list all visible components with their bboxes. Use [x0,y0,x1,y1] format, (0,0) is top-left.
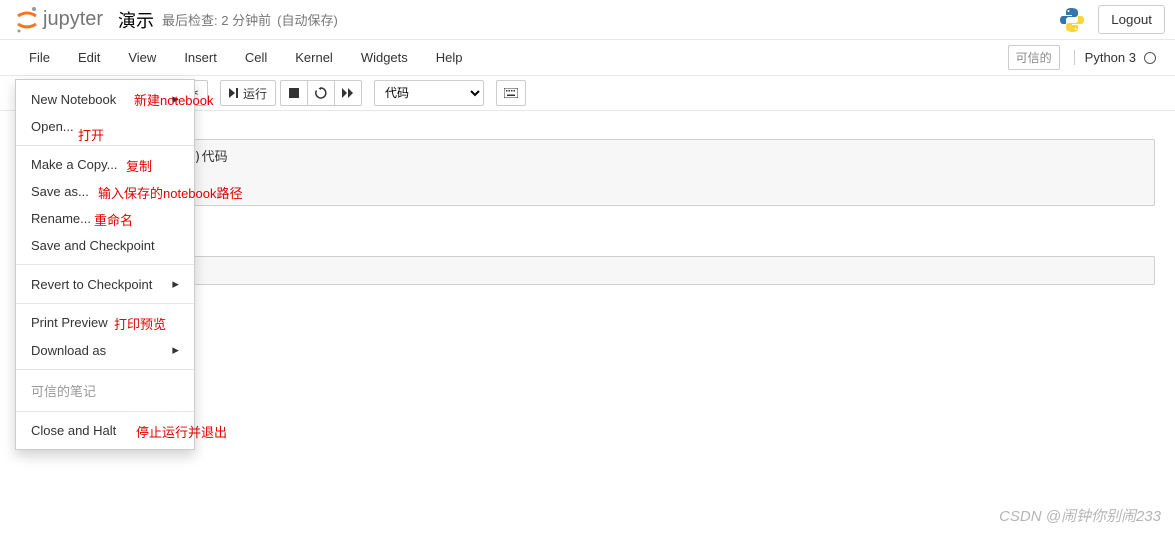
menu-kernel[interactable]: Kernel [281,40,347,75]
dropdown-divider [16,145,194,146]
restart-button[interactable] [307,80,335,106]
dropdown-divider [16,369,194,370]
menu-edit[interactable]: Edit [64,40,114,75]
file-revert[interactable]: Revert to Checkpoint ▸ [16,270,194,298]
file-close-halt[interactable]: Close and Halt 停止运行并退出 [16,417,194,444]
logout-button[interactable]: Logout [1098,5,1165,34]
autosave-status: (自动保存) [277,10,338,29]
code-cell[interactable]: "hello")代码 [125,134,1160,211]
kernel-indicator-area: Python 3 [1074,50,1156,65]
file-new-notebook[interactable]: New Notebook ▸ 新建notebook [16,85,194,113]
restart-icon [315,87,327,99]
trusted-badge[interactable]: 可信的 [1008,45,1060,70]
file-rename[interactable]: Rename... 重命名 [16,205,194,232]
jupyter-logo-text: jupyter [43,8,103,31]
jupyter-logo[interactable]: jupyter [15,6,103,34]
submenu-arrow-icon: ▸ [172,91,179,107]
menu-view[interactable]: View [114,40,170,75]
code-cell[interactable]: Convert [125,251,1160,290]
python-icon [1058,6,1086,34]
file-close-halt-label: Close and Halt [31,423,116,438]
file-print-preview[interactable]: Print Preview 打印预览 [16,309,194,336]
file-print-preview-label: Print Preview [31,315,108,330]
file-download-as[interactable]: Download as ▸ [16,336,194,364]
file-save-as[interactable]: Save as... 输入保存的notebook路径 [16,178,194,205]
annotation-close-halt: 停止运行并退出 [136,422,227,441]
annotation-copy: 复制 [126,156,152,175]
menubar: File Edit View Insert Cell Kernel Widget… [0,40,1175,76]
file-open-label: Open... [31,119,74,134]
code-tail: )代码 [194,150,228,165]
menu-cell[interactable]: Cell [231,40,281,75]
file-save-as-label: Save as... [31,184,89,199]
notebook-title[interactable]: 演示 [118,7,154,33]
file-trusted-notebook-label: 可信的笔记 [31,381,96,400]
run-button[interactable]: 运行 [220,80,276,106]
keyboard-icon [504,88,518,98]
celltype-select[interactable]: 代码 [374,80,484,106]
restart-run-all-button[interactable] [334,80,362,106]
file-save-checkpoint[interactable]: Save and Checkpoint [16,232,194,259]
file-dropdown-menu: New Notebook ▸ 新建notebook Open... 打开 Mak… [15,79,195,450]
jupyter-icon [15,6,39,34]
menubar-left: File Edit View Insert Cell Kernel Widget… [15,40,477,75]
play-step-icon [229,88,239,98]
file-trusted-notebook: 可信的笔记 [16,375,194,406]
kernel-status-icon [1144,52,1156,64]
cell-input[interactable]: "hello")代码 [130,139,1155,206]
file-save-checkpoint-label: Save and Checkpoint [31,238,155,253]
stop-icon [289,88,299,98]
submenu-arrow-icon: ▸ [172,342,179,358]
interrupt-button[interactable] [280,80,308,106]
markdown-cell[interactable]: 页 [125,320,1160,359]
annotation-open: 打开 [78,125,104,144]
file-new-notebook-label: New Notebook [31,92,116,107]
file-rename-label: Rename... [31,211,91,226]
dropdown-divider [16,264,194,265]
dropdown-divider [16,411,194,412]
last-checkpoint: 最后检查: 2 分钟前 [162,10,271,29]
annotation-print-preview: 打印预览 [114,314,166,333]
file-revert-label: Revert to Checkpoint [31,277,152,292]
menu-insert[interactable]: Insert [170,40,231,75]
file-open[interactable]: Open... 打开 [16,113,194,140]
run-label: 运行 [243,85,267,102]
annotation-rename: 重命名 [94,210,133,229]
kernel-name-label[interactable]: Python 3 [1085,50,1136,65]
fast-forward-icon [342,88,354,98]
file-make-copy-label: Make a Copy... [31,157,117,172]
menu-file[interactable]: File [15,40,64,75]
menu-help[interactable]: Help [422,40,477,75]
menu-widgets[interactable]: Widgets [347,40,422,75]
header: jupyter 演示 最后检查: 2 分钟前 (自动保存) Logout [0,0,1175,40]
cell-input[interactable]: Convert [130,256,1155,285]
dropdown-divider [16,303,194,304]
watermark: CSDN @闹钟你别闹233 [999,505,1161,526]
file-make-copy[interactable]: Make a Copy... 复制 [16,151,194,178]
heading-output: 页 [130,325,1155,354]
submenu-arrow-icon: ▸ [172,276,179,292]
file-download-as-label: Download as [31,343,106,358]
command-palette-button[interactable] [496,80,526,106]
